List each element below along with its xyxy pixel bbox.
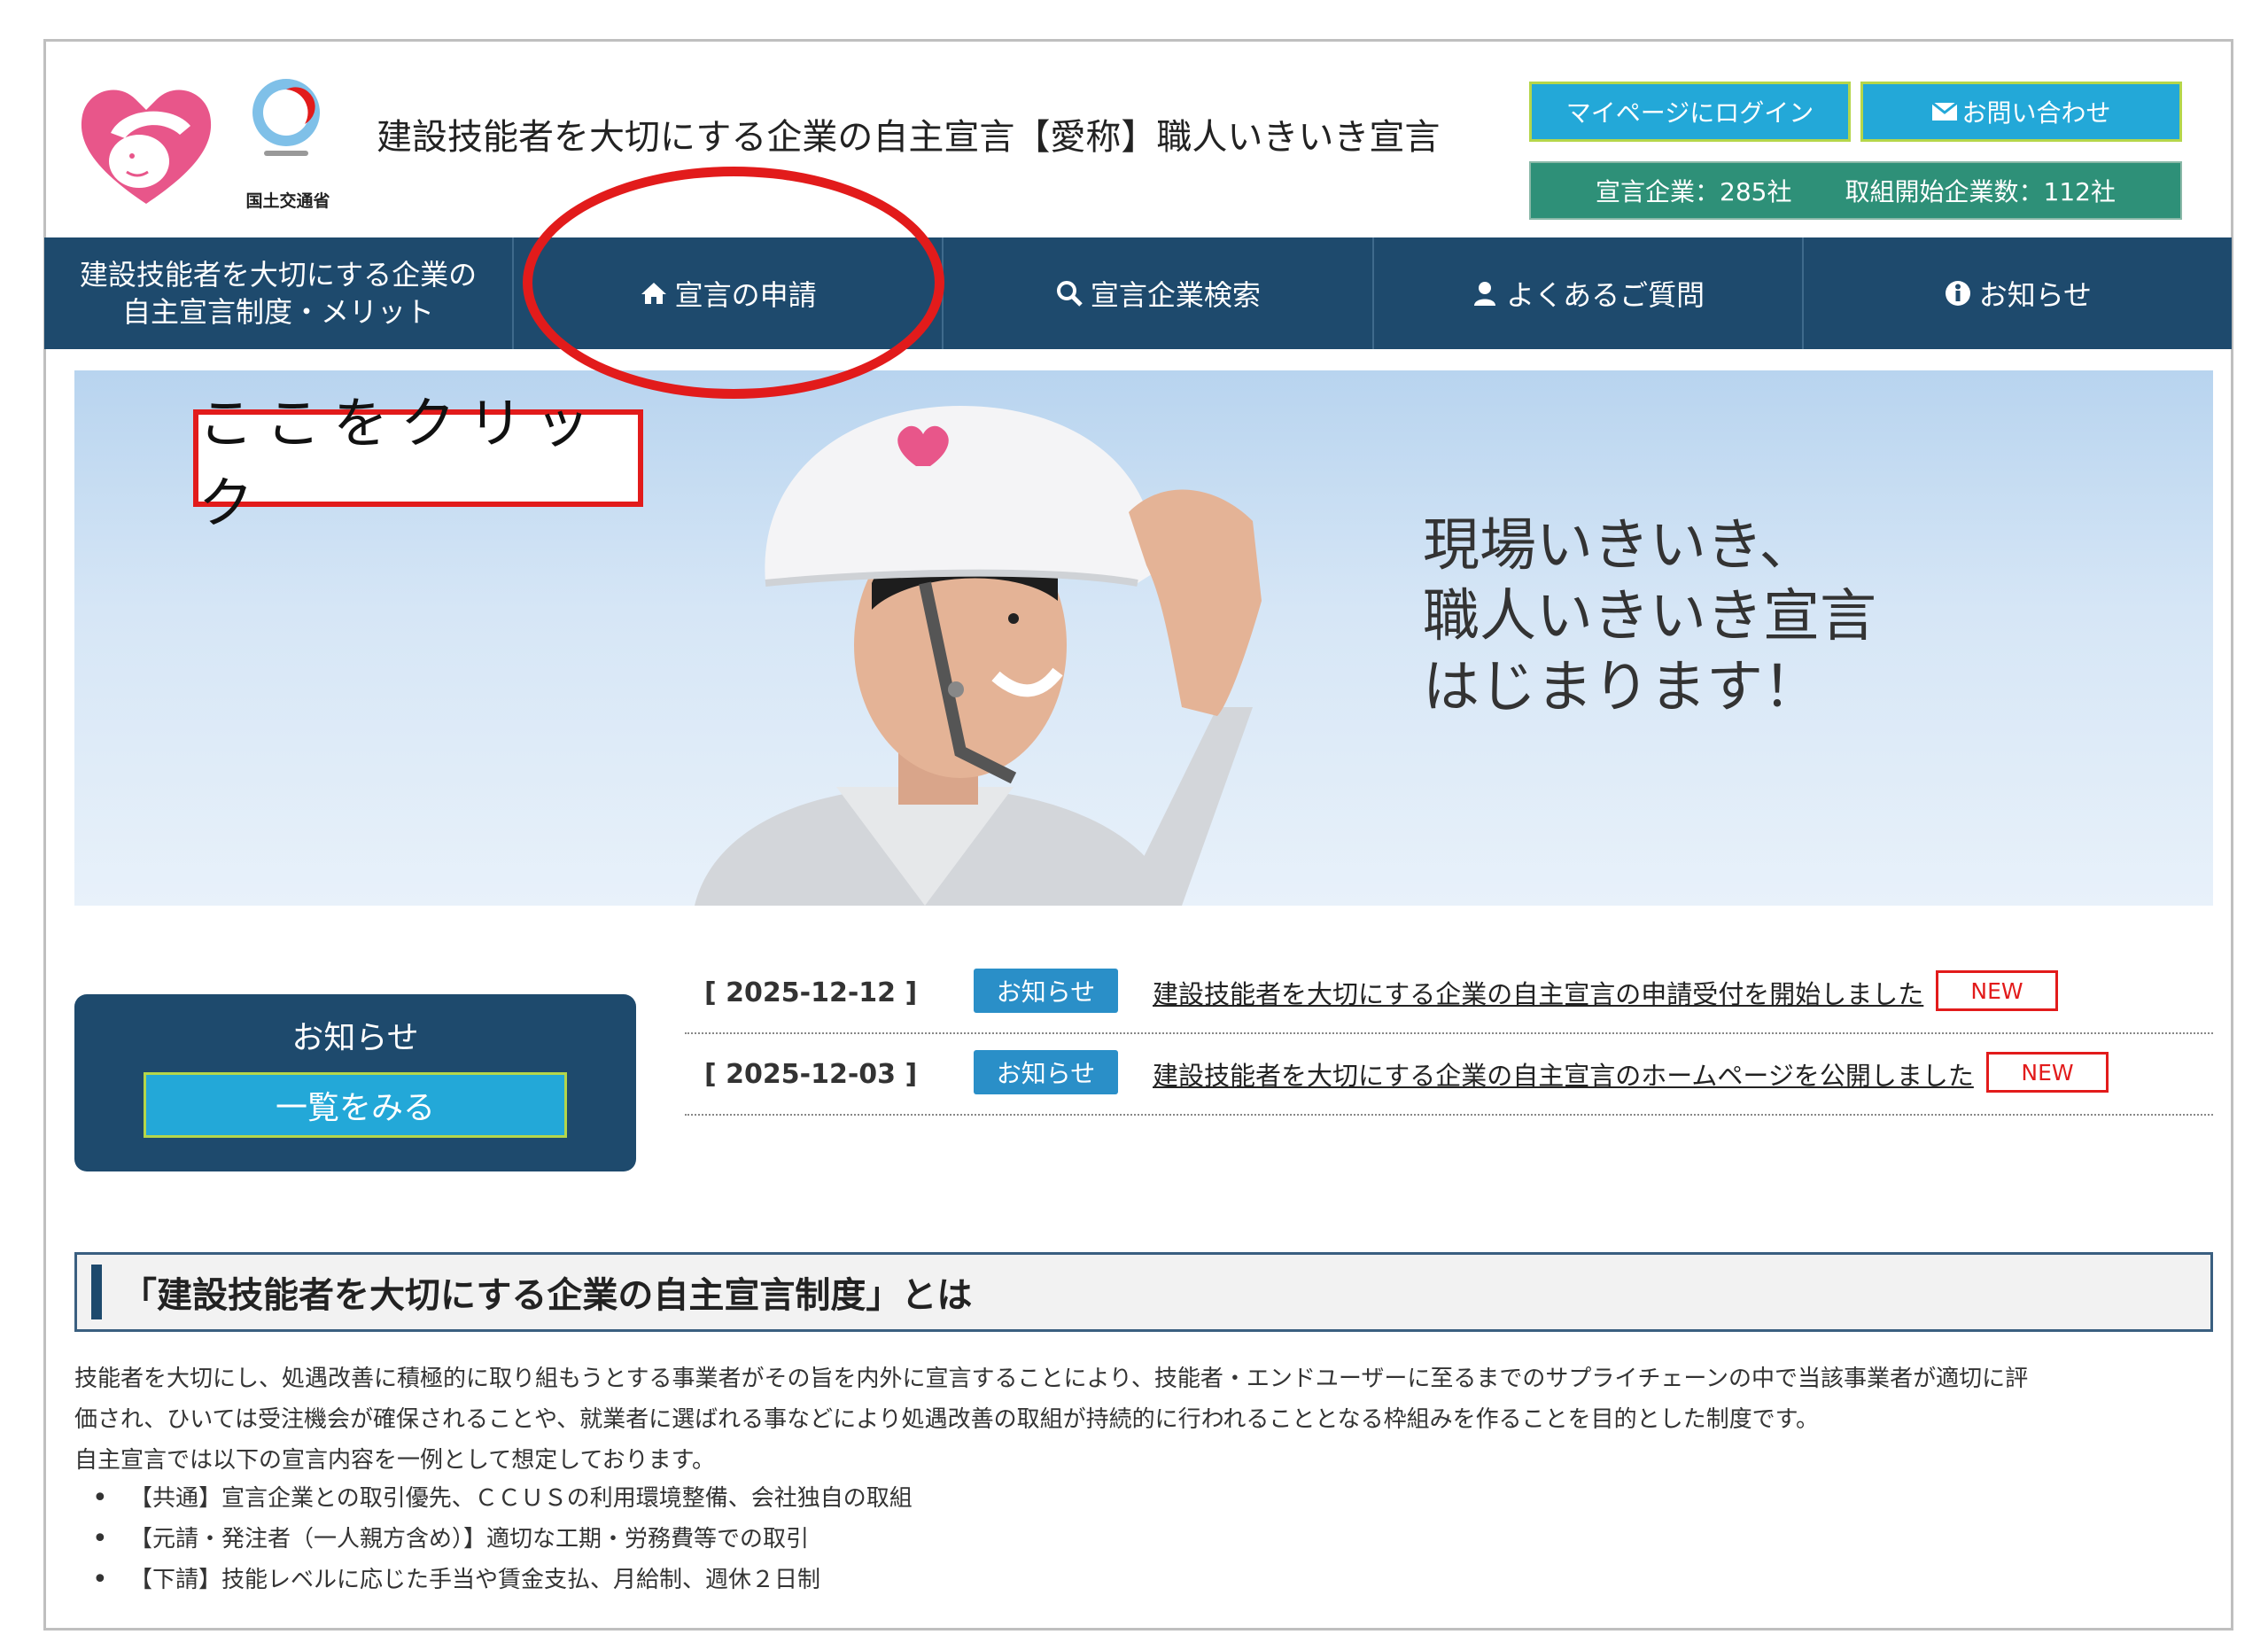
contact-button[interactable]: お問い合わせ <box>1860 82 2182 142</box>
section-title: 「建設技能者を大切にする企業の自主宣言制度」とは <box>121 1275 973 1316</box>
main-nav: 建設技能者を大切にする企業の 自主宣言制度・メリット 宣言の申請 宣言企業検索 … <box>44 237 2232 349</box>
section-paragraph-1: 技能者を大切にし、処遇改善に積極的に取り組もうとする事業者がその旨を内外に宣言す… <box>74 1366 2029 1392</box>
news-panel-title: お知らせ <box>291 1020 419 1056</box>
mail-icon <box>1931 102 1959 121</box>
nav-item-about[interactable]: 建設技能者を大切にする企業の 自主宣言制度・メリット <box>44 237 514 349</box>
nav-item-news-label: お知らせ <box>1978 278 2093 312</box>
news-title-link[interactable]: 建設技能者を大切にする企業の自主宣言のホームページを公開しました <box>1153 1034 1974 1114</box>
news-date: [ 2025-12-03 ] <box>704 1058 918 1090</box>
news-panel: お知らせ 一覧をみる <box>74 994 636 1171</box>
nav-item-news[interactable]: お知らせ <box>1804 237 2232 349</box>
nav-item-faq[interactable]: よくあるご質問 <box>1374 237 1804 349</box>
view-all-news-button[interactable]: 一覧をみる <box>144 1072 567 1138</box>
news-category-tag: お知らせ <box>974 969 1118 1013</box>
hero-line-1: 現場いきいき、 <box>1423 513 1816 579</box>
list-item: 【共通】宣言企業との取引優先、ＣＣＵＳの利用環境整備、会社独自の取組 <box>92 1478 913 1519</box>
company-count-box: 宣言企業：285社 取組開始企業数：112社 <box>1529 161 2182 220</box>
nav-item-about-label1: 建設技能者を大切にする企業の <box>79 258 478 292</box>
declaration-examples-list: 【共通】宣言企業との取引優先、ＣＣＵＳの利用環境整備、会社独自の取組 【元請・発… <box>92 1478 913 1600</box>
highlight-circle <box>523 167 944 399</box>
news-category-tag: お知らせ <box>974 1050 1118 1094</box>
nav-item-search-label: 宣言企業検索 <box>1090 278 1261 312</box>
new-badge: NEW <box>1986 1052 2109 1093</box>
list-item: 【元請・発注者（一人親方含め）】適切な工期・労務費等での取引 <box>92 1519 913 1560</box>
nav-item-faq-label: よくあるご質問 <box>1506 278 1705 312</box>
declared-count: 宣言企業：285社 <box>1596 177 1792 206</box>
user-icon <box>1474 282 1496 306</box>
section-paragraph-3: 自主宣言では以下の宣言内容を一例として想定しております。 <box>74 1447 716 1474</box>
search-icon <box>1056 281 1083 307</box>
hero-line-3: はじまります！ <box>1423 655 1820 720</box>
nav-item-about-label2: 自主宣言制度・メリット <box>121 295 434 329</box>
list-item: 【下請】技能レベルに応じた手当や賃金支払、月給制、週休２日制 <box>92 1560 913 1600</box>
news-row: [ 2025-12-03 ] お知らせ 建設技能者を大切にする企業の自主宣言のホ… <box>685 1034 2213 1116</box>
news-date: [ 2025-12-12 ] <box>704 977 918 1008</box>
login-button[interactable]: マイページにログイン <box>1529 82 1851 142</box>
mlit-logo <box>252 79 320 156</box>
news-title-link[interactable]: 建設技能者を大切にする企業の自主宣言の申請受付を開始しました <box>1153 953 1923 1032</box>
section-body: 技能者を大切にし、処遇改善に積極的に取り組もうとする事業者がその旨を内外に宣言す… <box>74 1358 2213 1481</box>
new-badge: NEW <box>1936 970 2058 1011</box>
section-heading: 「建設技能者を大切にする企業の自主宣言制度」とは <box>74 1252 2213 1332</box>
site-title[interactable]: 建設技能者を大切にする企業の自主宣言【愛称】職人いきいき宣言 <box>377 108 1440 160</box>
started-count: 取組開始企業数：112社 <box>1845 177 2116 206</box>
heart-mascot-logo <box>81 90 212 205</box>
ministry-label: 国土交通省 <box>245 191 330 211</box>
hero-copy: 現場いきいき、 職人いきいき宣言 はじまります！ <box>1423 510 1876 723</box>
info-icon <box>1945 281 1970 306</box>
nav-item-search[interactable]: 宣言企業検索 <box>944 237 1374 349</box>
hero-line-2: 職人いきいき宣言 <box>1423 584 1876 650</box>
click-here-callout: ここをクリック <box>193 391 643 535</box>
news-row: [ 2025-12-12 ] お知らせ 建設技能者を大切にする企業の自主宣言の申… <box>685 953 2213 1034</box>
contact-button-label: お問い合わせ <box>1961 98 2111 128</box>
section-paragraph-2: 価され、ひいては受注機会が確保されることや、就業者に選ばれる事などにより処遇改善… <box>74 1406 1819 1433</box>
section-heading-bar <box>91 1265 102 1319</box>
